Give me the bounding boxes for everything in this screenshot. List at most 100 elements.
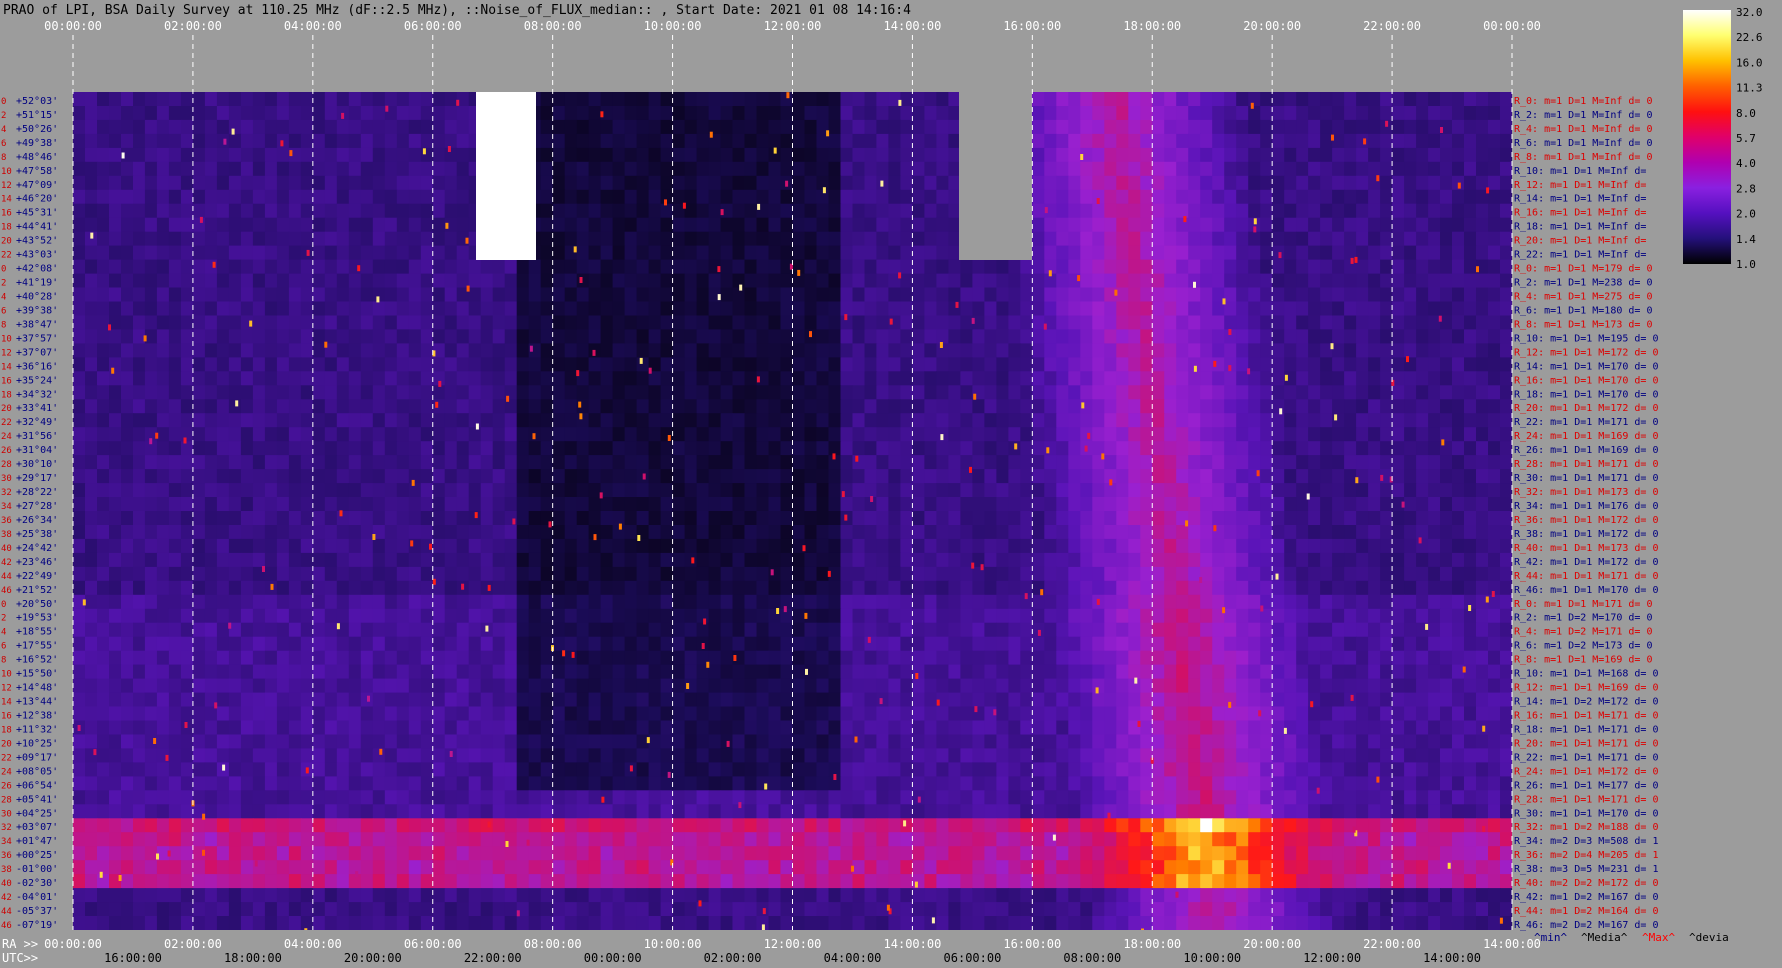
heat-cell <box>324 566 338 582</box>
heat-cell <box>876 301 889 317</box>
heat-cell <box>264 371 278 386</box>
heat-cell <box>1104 538 1117 554</box>
heat-cell <box>1284 315 1297 331</box>
heat-cell <box>204 469 218 484</box>
heat-cell <box>672 259 686 275</box>
heat-cell <box>960 580 973 596</box>
heat-cell <box>204 92 218 107</box>
heat-cell <box>648 552 662 568</box>
heat-cell <box>1392 259 1405 275</box>
heat-cell <box>1416 566 1429 582</box>
heat-cell <box>312 315 326 331</box>
heat-cell <box>144 566 158 582</box>
heat-cell <box>516 538 530 554</box>
heat-cell <box>1080 385 1093 400</box>
heat-cell <box>816 385 830 400</box>
heat-cell <box>121 245 134 261</box>
heat-cell <box>684 511 698 526</box>
heat-cell <box>756 231 770 247</box>
heat-cell <box>1188 106 1201 121</box>
heat-cell <box>384 385 398 400</box>
heat-cell <box>948 469 961 484</box>
heat-cell <box>528 594 542 610</box>
heat-cell <box>864 511 878 526</box>
heat-cell <box>1116 636 1129 652</box>
heat-cell <box>864 525 878 540</box>
heat-cell <box>516 301 530 317</box>
heat-cell <box>1296 538 1309 554</box>
heat-cell <box>864 287 878 303</box>
heat-cell <box>444 469 458 484</box>
heat-cell <box>576 133 590 149</box>
heat-cell <box>384 357 398 372</box>
heat-cell <box>1296 525 1309 540</box>
heat-cell <box>1344 427 1357 442</box>
heat-cell <box>336 301 350 317</box>
heat-cell <box>228 161 242 177</box>
heat-cell <box>1344 147 1357 163</box>
heat-cell <box>696 483 710 498</box>
heat-cell <box>828 511 842 526</box>
heat-cell <box>408 566 422 582</box>
heat-cell <box>876 566 889 582</box>
heat-cell <box>516 315 530 331</box>
heat-cell <box>1056 399 1069 414</box>
heat-cell <box>732 245 746 261</box>
heat-cell <box>336 147 350 163</box>
heat-cell <box>276 119 290 135</box>
heat-cell <box>1452 343 1465 358</box>
heat-cell <box>1464 203 1477 219</box>
heat-cell <box>696 371 710 386</box>
heat-cell <box>1224 301 1237 317</box>
heat-cell <box>1380 525 1393 540</box>
heat-cell <box>336 594 350 610</box>
heat-cell <box>216 441 230 456</box>
heat-cell <box>192 315 206 331</box>
heat-cell <box>1080 301 1093 317</box>
heat-cell <box>948 427 961 442</box>
heat-cell <box>1200 287 1213 303</box>
heat-cell <box>1440 245 1453 261</box>
heat-cell <box>612 525 626 540</box>
heat-cell <box>1272 203 1285 219</box>
heat-cell <box>540 106 554 121</box>
heat-cell <box>73 315 86 331</box>
heat-cell <box>228 538 242 554</box>
heat-cell <box>708 371 722 386</box>
heat-cell <box>1488 483 1501 498</box>
heat-cell <box>1068 650 1081 666</box>
heat-cell <box>1176 161 1189 177</box>
heat-cell <box>1296 357 1309 372</box>
heat-cell <box>168 301 182 317</box>
heat-cell <box>1428 175 1441 191</box>
heat-cell <box>1092 650 1105 666</box>
heat-cell <box>912 273 925 289</box>
heat-cell <box>300 287 314 303</box>
heat-cell <box>1164 636 1177 652</box>
heat-cell <box>109 301 122 317</box>
heat-cell <box>876 147 889 163</box>
heat-cell <box>300 357 314 372</box>
heat-cell <box>504 566 518 582</box>
heat-cell <box>528 301 542 317</box>
heat-cell <box>792 483 806 498</box>
heat-cell <box>1188 538 1201 554</box>
heat-cell <box>1044 147 1057 163</box>
heat-cell <box>552 483 566 498</box>
heat-cell <box>1428 245 1441 261</box>
heat-cell <box>420 92 434 107</box>
heat-cell <box>1440 566 1453 582</box>
heat-cell <box>1332 92 1345 107</box>
heat-cell <box>540 455 554 470</box>
heat-cell <box>1464 441 1477 456</box>
heat-cell <box>1224 483 1237 498</box>
heat-cell <box>420 203 434 219</box>
heat-cell <box>504 636 518 652</box>
heat-cell <box>396 119 410 135</box>
heat-cell <box>768 203 782 219</box>
heat-cell <box>420 147 434 163</box>
heat-cell <box>672 650 686 666</box>
heat-cell <box>600 538 614 554</box>
heat-cell <box>1200 608 1213 624</box>
heat-cell <box>1188 441 1201 456</box>
